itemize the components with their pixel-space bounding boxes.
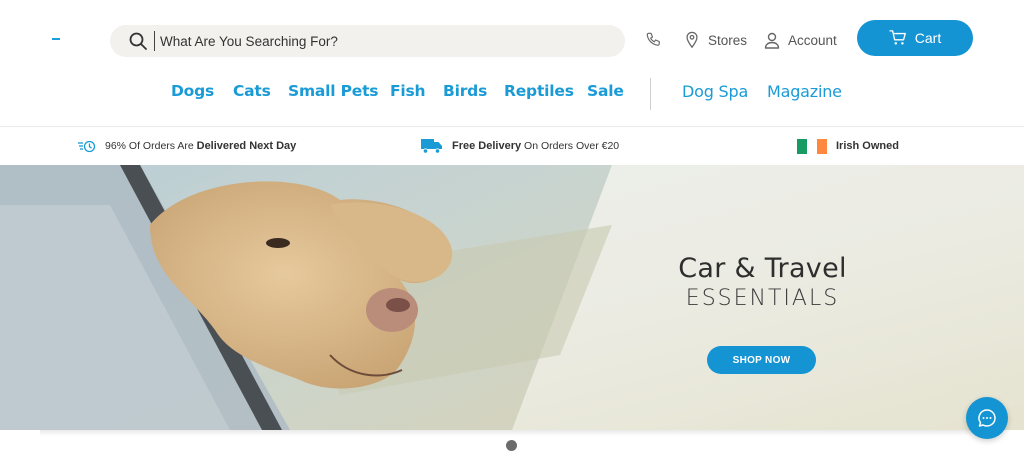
timer-icon: [78, 140, 96, 153]
shop-now-button[interactable]: SHOP NOW: [707, 346, 816, 374]
cart-label: Cart: [914, 30, 942, 46]
nav-item-fish[interactable]: Fish: [390, 82, 426, 100]
search-input[interactable]: [160, 33, 560, 49]
main-nav: Dogs Cats Small Pets Fish Birds Reptiles…: [0, 78, 1024, 110]
usp-next-day-pre: 96% Of Orders Are: [105, 140, 194, 152]
cart-icon: [889, 30, 906, 45]
hero-subtitle: ESSENTIALS: [685, 286, 840, 311]
phone-icon[interactable]: [645, 31, 663, 49]
usp-irish-owned: Irish Owned: [797, 127, 899, 165]
irish-flag-icon: [797, 138, 827, 154]
hero-banner[interactable]: Car & Travel ESSENTIALS SHOP NOW: [0, 165, 1024, 430]
truck-icon: [421, 139, 442, 154]
chat-bubble-icon: [978, 409, 996, 427]
nav-separator: [650, 78, 651, 110]
content-shadow: [40, 430, 984, 436]
map-pin-icon: [686, 31, 698, 49]
chat-button[interactable]: [966, 397, 1008, 439]
usp-next-day: 96% Of Orders Are Delivered Next Day: [78, 127, 296, 165]
nav-item-cats[interactable]: Cats: [233, 82, 271, 100]
phone-link[interactable]: [645, 26, 663, 54]
nav-item-sale[interactable]: Sale: [587, 82, 624, 100]
usp-free-delivery: Free Delivery On Orders Over €20: [421, 127, 619, 165]
nav-item-birds[interactable]: Birds: [443, 82, 487, 100]
hero-title: Car & Travel: [678, 253, 847, 284]
usp-free-delivery-post: On Orders Over €20: [524, 140, 620, 152]
usp-irish-owned-bold: Irish Owned: [836, 140, 899, 152]
nav-item-small-pets[interactable]: Small Pets: [288, 82, 379, 100]
stores-label: Stores: [708, 32, 748, 48]
nav-item-dog-spa[interactable]: Dog Spa: [682, 82, 748, 101]
carousel-dot[interactable]: [506, 440, 517, 451]
account-link[interactable]: Account: [764, 26, 837, 54]
stores-link[interactable]: Stores: [684, 26, 747, 54]
search-divider: [154, 31, 155, 51]
site-header: Stores Account Cart Dogs Cats Small Pets…: [0, 0, 1024, 126]
account-label: Account: [788, 32, 837, 48]
nav-item-reptiles[interactable]: Reptiles: [504, 82, 574, 100]
search-icon[interactable]: [128, 31, 148, 51]
user-icon: [764, 32, 780, 49]
cart-button[interactable]: Cart: [857, 20, 973, 56]
nav-item-magazine[interactable]: Magazine: [767, 82, 842, 101]
usp-strip: 96% Of Orders Are Delivered Next Day Fre…: [0, 126, 1024, 165]
search-bar[interactable]: [110, 25, 625, 57]
logo[interactable]: [52, 38, 60, 40]
nav-item-dogs[interactable]: Dogs: [171, 82, 214, 100]
usp-free-delivery-bold: Free Delivery: [452, 140, 522, 152]
usp-next-day-bold: Delivered Next Day: [196, 140, 297, 152]
